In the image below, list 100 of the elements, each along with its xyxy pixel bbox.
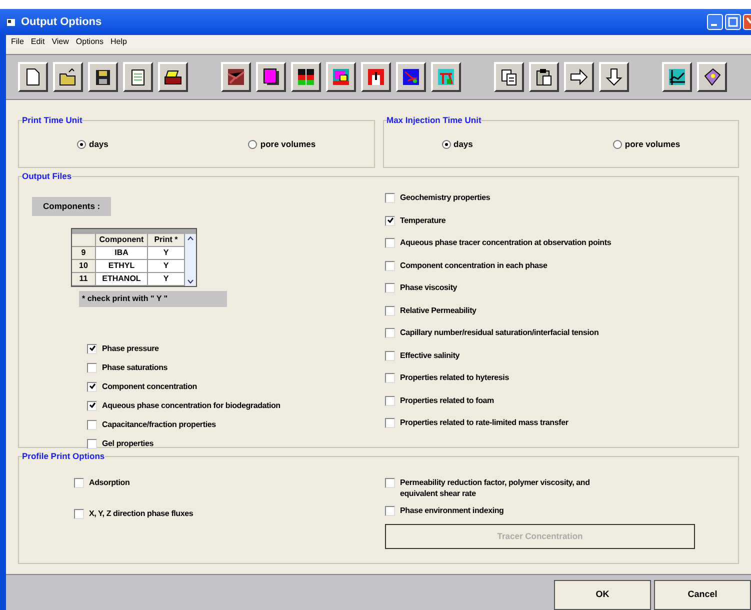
table-cell: Y <box>148 246 185 260</box>
checkbox-label: Capillary number/residual saturation/interfacial tension <box>400 327 599 338</box>
checkbox-label: Adsorption <box>89 477 130 488</box>
menu-item[interactable]: View <box>52 38 69 46</box>
checkbox[interactable] <box>385 396 395 406</box>
toolbar-button[interactable] <box>221 62 251 92</box>
checkbox[interactable] <box>87 420 97 430</box>
radio-button[interactable] <box>248 140 258 148</box>
checkbox[interactable] <box>385 260 395 270</box>
checkbox-label: X, Y, Z direction phase fluxes <box>89 508 194 519</box>
checkbox[interactable] <box>385 238 395 248</box>
toolbar-button[interactable] <box>431 62 461 92</box>
app-icon <box>6 18 16 26</box>
checkbox[interactable] <box>385 478 395 488</box>
checkbox-label: Effective salinity <box>400 350 460 360</box>
toolbar-button[interactable] <box>53 62 83 92</box>
group-title: Profile Print Options <box>22 451 105 462</box>
checkbox[interactable] <box>87 382 97 392</box>
scroll-up-icon[interactable] <box>186 234 195 243</box>
toolbar-button[interactable] <box>396 62 426 92</box>
toolbar-button[interactable] <box>123 62 153 92</box>
menu-item[interactable]: Help <box>110 38 127 46</box>
checkbox-label: Relative Permeability <box>400 304 476 316</box>
checkbox-label: Phase environment indexing <box>400 505 505 516</box>
table-cell: ETHANOL <box>96 272 148 286</box>
toolbar-button[interactable] <box>291 62 321 92</box>
checkbox[interactable] <box>385 418 395 428</box>
radio-label: days <box>89 138 108 150</box>
radio-button[interactable] <box>442 140 450 148</box>
checkbox[interactable] <box>385 373 395 383</box>
toolbar-button[interactable] <box>88 62 118 92</box>
toolbar-button[interactable] <box>599 62 629 92</box>
toolbar-button[interactable] <box>529 62 559 92</box>
checkbox[interactable] <box>385 506 395 516</box>
table-cell: 10 <box>72 260 96 273</box>
checkbox-label: Component concentration in each phase <box>400 260 548 270</box>
checkbox[interactable] <box>74 478 84 488</box>
checkbox-label: Properties related to foam <box>400 394 494 406</box>
toolbar-button[interactable] <box>697 62 727 92</box>
group-title: Max Injection Time Unit <box>386 115 482 126</box>
toolbar-button[interactable] <box>361 62 391 92</box>
checkbox[interactable] <box>74 509 84 519</box>
toolbar-button[interactable] <box>158 62 188 92</box>
toolbar-button[interactable] <box>326 62 356 92</box>
right-arrow-icon <box>568 66 590 88</box>
column-header: Print * <box>148 234 185 247</box>
checkbox[interactable] <box>385 350 395 360</box>
toolbar-button[interactable] <box>662 62 692 92</box>
dialog-button[interactable]: Cancel <box>654 580 751 610</box>
toolbar-button[interactable] <box>256 62 286 92</box>
menu-item[interactable]: Options <box>76 38 104 46</box>
checkbox[interactable] <box>385 328 395 338</box>
checkbox[interactable] <box>87 400 97 411</box>
checkbox-label: Capacitance/fraction properties <box>102 418 216 430</box>
scrollbar[interactable] <box>185 234 196 286</box>
checkbox-label: Aqueous phase tracer concentration at observation points <box>400 237 612 248</box>
radio-button[interactable] <box>612 140 622 148</box>
checkbox-label: Phase saturations <box>102 362 168 373</box>
radio-button[interactable] <box>77 140 86 148</box>
group-title: Output Files <box>22 171 72 182</box>
radio-label: pore volumes <box>624 138 680 150</box>
menu-item[interactable]: Edit <box>30 38 45 46</box>
checkbox-label: Temperature <box>400 214 446 226</box>
map-icon <box>400 66 422 88</box>
toolbar-button[interactable] <box>494 62 524 92</box>
colored-blocks-icon <box>330 66 352 88</box>
checkbox-label: Component concentration <box>102 380 197 392</box>
column-header: Component <box>96 234 148 247</box>
toolbar-button[interactable] <box>564 62 594 92</box>
checkbox-label: Properties related to hyteresis <box>400 372 509 383</box>
radio-label: pore volumes <box>260 138 316 150</box>
minimize-icon[interactable] <box>707 14 723 30</box>
checkbox[interactable] <box>385 216 395 226</box>
window-title: Output Options <box>21 14 103 30</box>
checkbox-label: Properties related to rate-limited mass transfer <box>400 417 568 428</box>
checkbox[interactable] <box>87 344 97 354</box>
table-cell: 11 <box>72 272 96 286</box>
table-cell: 9 <box>72 246 96 260</box>
table-cell: Y <box>148 272 185 286</box>
chart-icon <box>666 66 688 88</box>
table-cell: IBA <box>96 246 148 260</box>
close-icon[interactable] <box>743 14 751 30</box>
menu-item[interactable]: File <box>11 38 24 46</box>
color-bands-icon <box>295 66 317 88</box>
toolbar-button[interactable] <box>18 62 48 92</box>
checkbox-label: Phase viscosity <box>400 282 458 293</box>
table-cell: ETHYL <box>96 260 148 273</box>
checkbox-label: Gel properties <box>102 438 154 449</box>
checkbox-label: Geochemistry properties <box>400 192 490 203</box>
checkbox[interactable] <box>87 438 97 449</box>
checkbox[interactable] <box>385 306 395 316</box>
maximize-icon[interactable] <box>725 14 741 30</box>
down-arrow-icon <box>603 66 625 88</box>
checkbox[interactable] <box>385 283 395 293</box>
checkbox[interactable] <box>385 193 395 203</box>
radio-label: days <box>454 138 473 150</box>
note-text: * check print with " Y " <box>79 290 227 307</box>
dialog-button[interactable]: OK <box>554 580 651 610</box>
checkbox[interactable] <box>87 362 97 373</box>
group-title: Print Time Unit <box>22 115 82 126</box>
